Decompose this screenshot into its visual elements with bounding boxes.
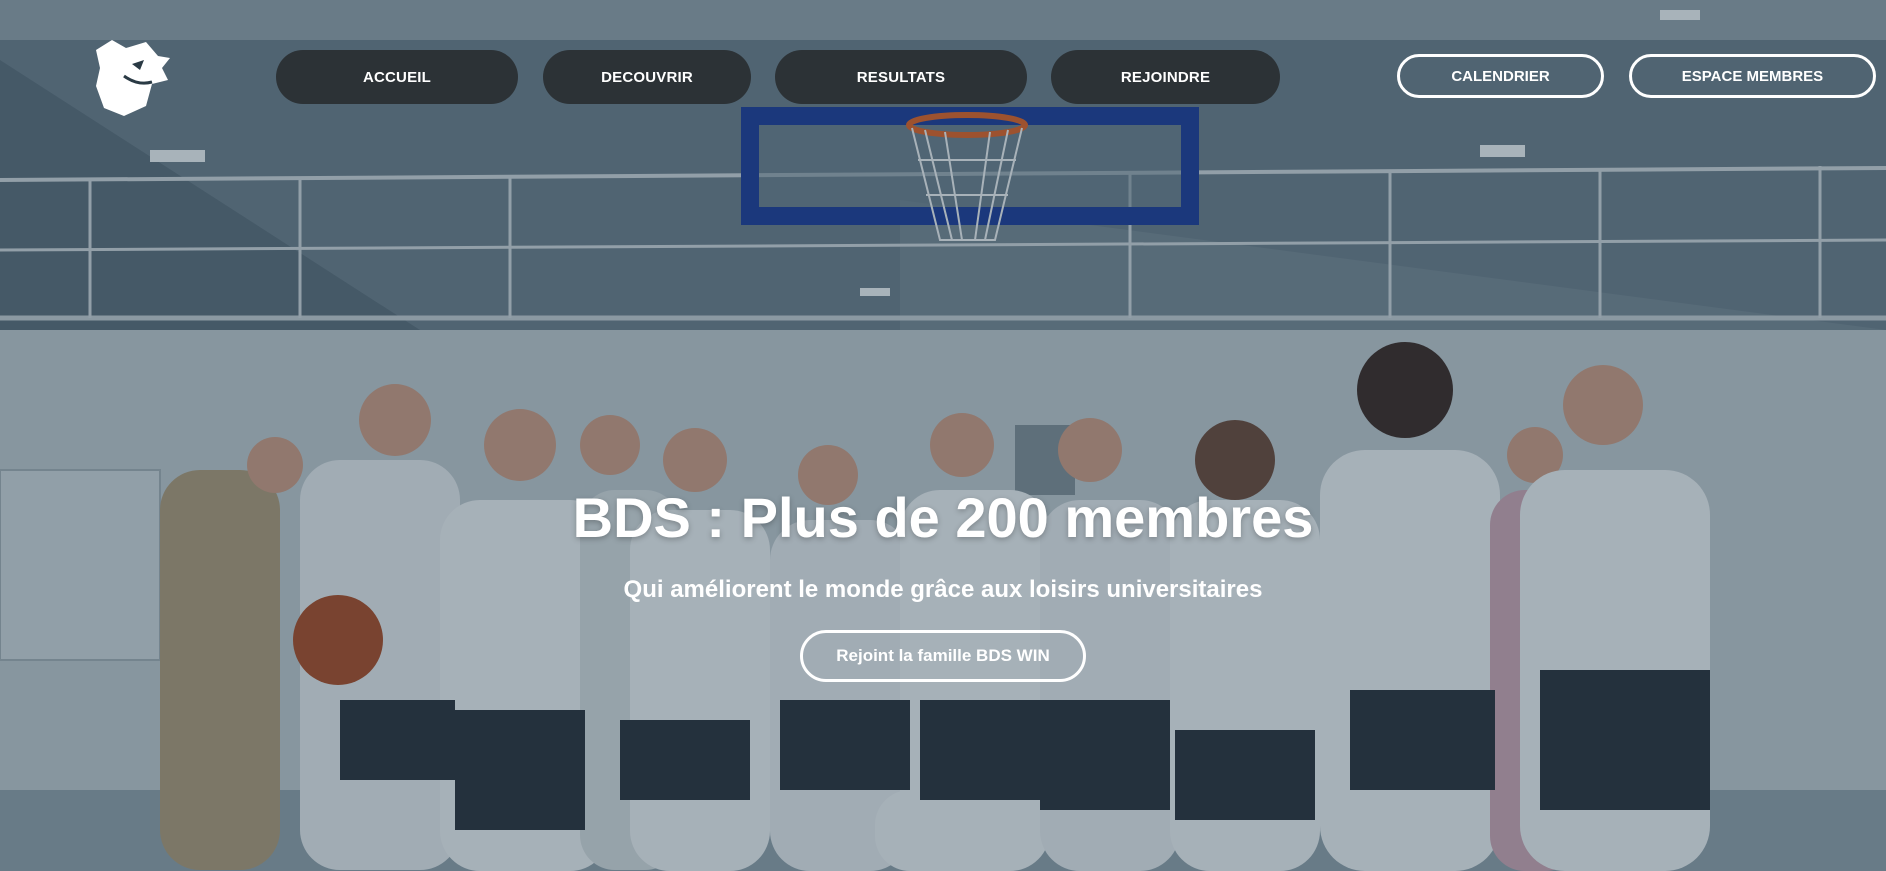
calendar-button[interactable]: CALENDRIER [1397, 54, 1604, 98]
hero-overlay [0, 0, 1886, 871]
hero-section [0, 0, 1886, 871]
hero-subtitle: Qui améliorent le monde grâce aux loisir… [623, 576, 1263, 603]
members-area-button[interactable]: ESPACE MEMBRES [1629, 54, 1876, 98]
join-family-button[interactable]: Rejoint la famille BDS WIN [800, 630, 1086, 682]
nav-item-rejoindre[interactable]: REJOINDRE [1051, 50, 1280, 104]
hero-title: BDS : Plus de 200 membres [572, 486, 1314, 549]
nav-item-resultats[interactable]: RESULTATS [775, 50, 1027, 104]
nav-item-accueil[interactable]: ACCUEIL [276, 50, 518, 104]
nav-item-decouvrir[interactable]: DECOUVRIR [543, 50, 751, 104]
wolf-head-icon[interactable] [88, 34, 174, 120]
top-navigation: ACCUEIL DECOUVRIR RESULTATS REJOINDRE CA… [0, 0, 1886, 120]
